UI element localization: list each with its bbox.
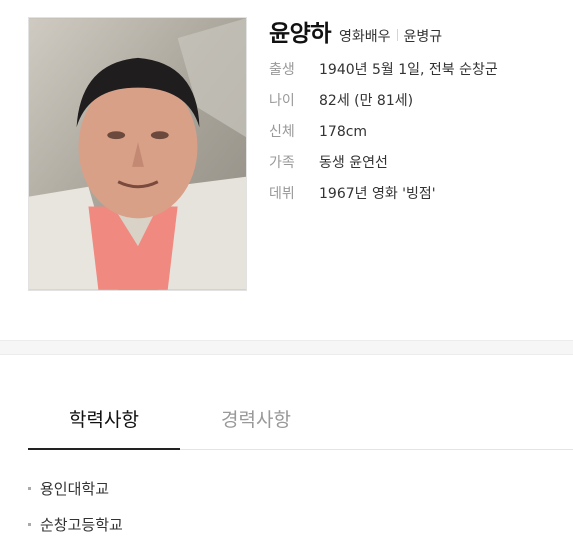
separator <box>396 29 398 41</box>
original-name: 윤병규 <box>403 29 443 45</box>
detail-value: 1940년 5월 1일, 전북 순창군 <box>319 62 498 78</box>
detail-value: 178cm <box>319 124 368 140</box>
detail-label: 가족 <box>269 155 295 171</box>
profile-photo[interactable] <box>28 17 247 291</box>
detail-row-debut: 데뷔 1967년 영화 '빙점' <box>269 185 569 216</box>
bullet-icon <box>28 486 31 490</box>
person-name[interactable]: 윤양하 <box>269 14 331 48</box>
detail-label: 신체 <box>269 124 295 140</box>
detail-row-body: 신체 178cm <box>269 123 569 154</box>
detail-row-birth: 출생 1940년 5월 1일, 전북 순창군 <box>269 61 569 92</box>
list-item[interactable]: 순창고등학교 <box>28 506 548 542</box>
detail-value: 1967년 영화 '빙점' <box>319 186 436 202</box>
tab-education[interactable]: 학력사항 <box>28 389 180 450</box>
tab-bar: 학력사항 경력사항 <box>28 389 573 450</box>
education-list: 용인대학교 순창고등학교 <box>28 470 548 542</box>
bullet-icon <box>28 522 31 526</box>
family-link[interactable]: 동생 윤연선 <box>319 155 388 171</box>
detail-value: 82세 (만 81세) <box>319 93 414 109</box>
detail-value[interactable]: 동생 윤연선 <box>319 154 388 172</box>
detail-label: 데뷔 <box>269 186 295 202</box>
job-link[interactable]: 영화배우 <box>339 26 391 46</box>
portrait-image <box>29 18 246 290</box>
list-item-label: 용인대학교 <box>40 479 110 498</box>
detail-row-age: 나이 82세 (만 81세) <box>269 92 569 123</box>
name-line: 윤양하 영화배우 윤병규 <box>269 14 569 48</box>
list-item[interactable]: 용인대학교 <box>28 470 548 506</box>
list-item-label: 순창고등학교 <box>40 515 123 534</box>
detail-list: 출생 1940년 5월 1일, 전북 순창군 나이 82세 (만 81세) 신체… <box>269 61 569 216</box>
detail-label: 출생 <box>269 62 295 78</box>
profile-section: 윤양하 영화배우 윤병규 출생 1940년 5월 1일, 전북 순창군 나이 8… <box>0 0 573 340</box>
detail-row-family: 가족 동생 윤연선 <box>269 154 569 185</box>
tab-career[interactable]: 경력사항 <box>180 389 332 450</box>
section-divider <box>0 340 573 355</box>
detail-label: 나이 <box>269 93 295 109</box>
profile-info: 윤양하 영화배우 윤병규 출생 1940년 5월 1일, 전북 순창군 나이 8… <box>269 14 569 216</box>
